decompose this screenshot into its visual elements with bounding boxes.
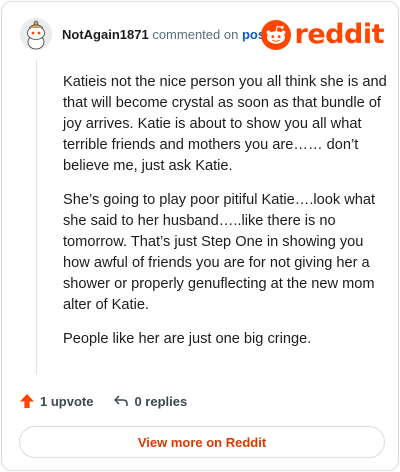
upvote-count: 1 upvote [40, 393, 94, 409]
comment-paragraph: Katieis not the nice person you all thin… [63, 74, 387, 174]
replies-button[interactable]: 0 replies [113, 393, 187, 409]
reddit-wordmark: reddit [294, 19, 385, 50]
replies-count: 0 replies [134, 393, 188, 409]
reddit-logo[interactable]: reddit [260, 19, 385, 50]
view-more-button[interactable]: View more on Reddit [19, 426, 385, 458]
upvote-arrow-icon [20, 394, 34, 408]
comment-actions: 1 upvote 0 replies [19, 391, 207, 411]
comment-body: Katieis not the nice person you all thin… [63, 72, 391, 363]
avatar[interactable] [20, 18, 52, 50]
comment-paragraph: She’s going to play poor pitiful Katie….… [63, 192, 376, 313]
username-link[interactable]: NotAgain1871 [62, 27, 149, 42]
upvote-button[interactable]: 1 upvote [19, 393, 93, 409]
reddit-logo-icon [260, 20, 291, 50]
comment-paragraph: People like her are just one big cringe. [63, 331, 312, 347]
avatar-icon [20, 18, 52, 50]
reply-arrow-icon [114, 395, 129, 406]
comment-card: NotAgain1871 commented on post reddit Ka… [1, 1, 399, 471]
comment-meta: NotAgain1871 commented on post [62, 27, 269, 42]
comment-header: NotAgain1871 commented on post reddit [20, 18, 385, 52]
thread-line [36, 60, 37, 374]
action-text: commented on [152, 27, 239, 42]
